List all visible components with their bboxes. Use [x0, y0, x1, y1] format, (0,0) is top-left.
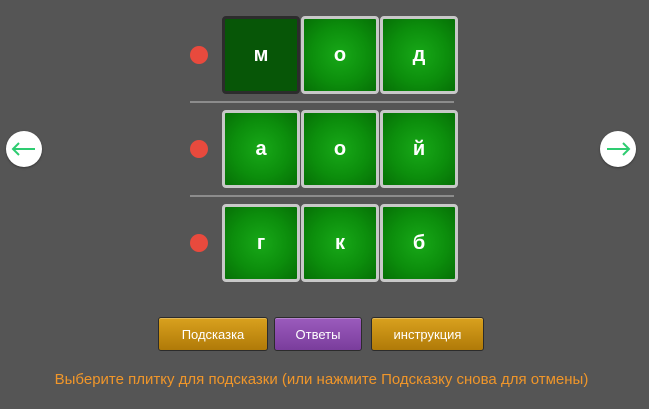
board-row-2: а о й — [0, 110, 649, 188]
row-status-indicator — [190, 140, 208, 158]
row-divider — [190, 195, 454, 197]
row-status-indicator — [190, 234, 208, 252]
answers-button[interactable]: Ответы — [274, 317, 362, 351]
board-row-1: м о д — [0, 16, 649, 94]
letter-tile[interactable]: й — [380, 110, 458, 188]
row-status-indicator — [190, 46, 208, 64]
letter-tile[interactable]: к — [301, 204, 379, 282]
hint-instruction-message: Выберите плитку для подсказки (или нажми… — [54, 371, 589, 388]
letter-tile[interactable]: б — [380, 204, 458, 282]
board-row-3: г к б — [0, 204, 649, 282]
letter-tile[interactable]: д — [380, 16, 458, 94]
row-divider — [190, 101, 454, 103]
instructions-button[interactable]: инструкция — [371, 317, 484, 351]
letter-tile[interactable]: м — [222, 16, 300, 94]
letter-tile[interactable]: о — [301, 110, 379, 188]
letter-tile[interactable]: о — [301, 16, 379, 94]
letter-tile[interactable]: г — [222, 204, 300, 282]
letter-tile[interactable]: а — [222, 110, 300, 188]
hint-button[interactable]: Подсказка — [158, 317, 268, 351]
